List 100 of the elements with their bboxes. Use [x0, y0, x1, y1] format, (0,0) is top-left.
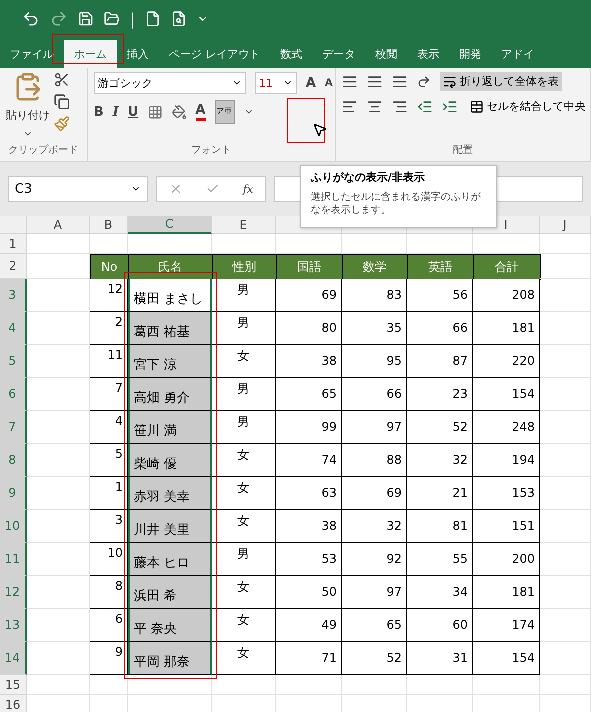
- ribbon-tab[interactable]: 開発: [450, 40, 492, 68]
- merge-center-button[interactable]: セルを結合して中央: [467, 97, 589, 116]
- font-size-field[interactable]: 11: [255, 72, 297, 94]
- grid-cell[interactable]: [540, 345, 591, 378]
- row-header[interactable]: 6: [0, 378, 27, 411]
- underline-button[interactable]: U: [128, 104, 139, 120]
- orientation-icon[interactable]: [417, 74, 431, 88]
- row-header[interactable]: 9: [0, 477, 27, 510]
- name-cell[interactable]: 川井 美里: [128, 510, 212, 543]
- grid-cell[interactable]: [27, 234, 90, 254]
- grid-cell[interactable]: [540, 279, 591, 312]
- grid-cell[interactable]: [90, 675, 128, 695]
- name-cell[interactable]: 平 奈央: [128, 609, 212, 642]
- grid-cell[interactable]: [540, 378, 591, 411]
- row-header[interactable]: 13: [0, 609, 27, 642]
- cut-icon[interactable]: [54, 72, 70, 88]
- insert-function-button[interactable]: fx: [243, 182, 254, 196]
- save-icon[interactable]: [78, 11, 94, 27]
- row-header[interactable]: 14: [0, 642, 27, 675]
- folder-icon[interactable]: [104, 11, 120, 27]
- row-header[interactable]: 11: [0, 543, 27, 576]
- grid-cell[interactable]: [540, 675, 591, 695]
- grid-cell[interactable]: [540, 543, 591, 576]
- grid-cell[interactable]: [473, 675, 540, 695]
- align-middle-icon[interactable]: [367, 74, 383, 90]
- grid-cell[interactable]: [540, 576, 591, 609]
- furigana-button[interactable]: ア亜: [214, 100, 235, 124]
- align-center-icon[interactable]: [367, 98, 383, 114]
- grid-cell[interactable]: [540, 510, 591, 543]
- border-icon[interactable]: [148, 104, 163, 120]
- decrease-indent-icon[interactable]: [417, 98, 433, 114]
- font-color-button[interactable]: A: [196, 103, 206, 121]
- bold-button[interactable]: B: [94, 104, 104, 120]
- ribbon-tab[interactable]: 数式: [270, 40, 312, 68]
- row-header[interactable]: 15: [0, 675, 27, 695]
- grid-cell[interactable]: [342, 675, 407, 695]
- name-cell[interactable]: 宮下 涼: [128, 345, 212, 378]
- shrink-font-button[interactable]: A: [325, 78, 333, 88]
- row-header[interactable]: 12: [0, 576, 27, 609]
- undo-icon[interactable]: [22, 10, 40, 28]
- font-name-field[interactable]: 游ゴシック: [94, 72, 246, 94]
- name-cell[interactable]: 浜田 希: [128, 576, 212, 609]
- grid-cell[interactable]: [540, 312, 591, 345]
- name-cell[interactable]: 高畑 勇介: [128, 378, 212, 411]
- grid-cell[interactable]: [540, 477, 591, 510]
- name-cell[interactable]: 平岡 那奈: [128, 642, 212, 675]
- align-bottom-icon[interactable]: [392, 74, 408, 90]
- grid-cell[interactable]: [27, 675, 90, 695]
- format-painter-icon[interactable]: [54, 116, 70, 132]
- increase-indent-icon[interactable]: [442, 98, 458, 114]
- redo-icon[interactable]: [50, 10, 68, 28]
- print-preview-icon[interactable]: [171, 11, 188, 27]
- grid-cell[interactable]: [540, 411, 591, 444]
- grid-cell[interactable]: [407, 675, 473, 695]
- grid-cell[interactable]: [128, 675, 212, 695]
- grid-cell[interactable]: [540, 254, 591, 279]
- grid-cell[interactable]: [212, 675, 276, 695]
- row-header[interactable]: 7: [0, 411, 27, 444]
- column-header[interactable]: J: [540, 216, 591, 234]
- ribbon-tab[interactable]: 表示: [408, 40, 450, 68]
- name-cell[interactable]: 柴崎 優: [128, 444, 212, 477]
- row-header[interactable]: 10: [0, 510, 27, 543]
- name-cell[interactable]: 赤羽 美幸: [128, 477, 212, 510]
- name-cell[interactable]: 笹川 満: [128, 411, 212, 444]
- grid-cell[interactable]: [540, 642, 591, 675]
- fill-color-icon[interactable]: [172, 104, 187, 120]
- column-header[interactable]: B: [90, 216, 128, 234]
- grid-cell[interactable]: [540, 444, 591, 477]
- name-cell[interactable]: 横田 まさし: [128, 279, 212, 312]
- ribbon-tab[interactable]: ページ レイアウト: [159, 40, 270, 68]
- align-top-icon[interactable]: [342, 74, 358, 90]
- wrap-text-button[interactable]: 折り返して全体を表: [440, 72, 562, 91]
- grid-cell[interactable]: [540, 609, 591, 642]
- ribbon-tab[interactable]: データ: [312, 40, 366, 68]
- paste-button[interactable]: 貼り付け: [6, 108, 50, 123]
- row-header[interactable]: 3: [0, 279, 27, 312]
- row-header[interactable]: 1: [0, 234, 27, 254]
- align-right-icon[interactable]: [392, 98, 408, 114]
- ribbon-tab[interactable]: アドイ: [492, 40, 544, 68]
- column-header[interactable]: C: [128, 216, 212, 234]
- italic-button[interactable]: I: [112, 104, 120, 120]
- align-left-icon[interactable]: [342, 98, 358, 114]
- grid-cell[interactable]: [540, 234, 591, 254]
- ribbon-tab[interactable]: ホーム: [64, 40, 117, 68]
- column-header[interactable]: E: [212, 216, 276, 234]
- name-cell[interactable]: 葛西 祐基: [128, 312, 212, 345]
- row-header[interactable]: 16: [0, 695, 27, 712]
- row-header[interactable]: 2: [0, 254, 27, 279]
- grow-font-button[interactable]: A: [306, 76, 316, 90]
- copy-icon[interactable]: [54, 94, 70, 110]
- select-all-corner[interactable]: [0, 216, 27, 234]
- name-cell[interactable]: 藤本 ヒロ: [128, 543, 212, 576]
- ribbon-tab[interactable]: 挿入: [117, 40, 159, 68]
- row-header[interactable]: 8: [0, 444, 27, 477]
- row-header[interactable]: 5: [0, 345, 27, 378]
- grid-cell[interactable]: [276, 675, 342, 695]
- column-header[interactable]: A: [27, 216, 90, 234]
- new-file-icon[interactable]: [145, 11, 162, 27]
- name-box[interactable]: C3: [8, 176, 148, 202]
- ribbon-tab[interactable]: 校閲: [366, 40, 408, 68]
